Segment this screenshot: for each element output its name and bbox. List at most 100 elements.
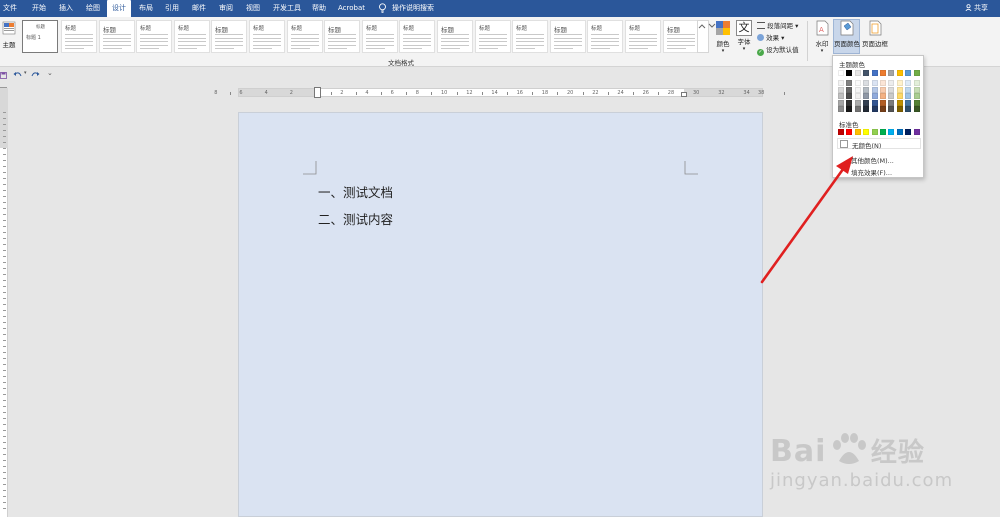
theme-color-swatch[interactable] (905, 80, 912, 86)
theme-color-swatch[interactable] (846, 86, 853, 93)
theme-color-swatch[interactable] (888, 106, 895, 113)
theme-color-swatch[interactable] (863, 106, 870, 113)
paragraph-spacing-button[interactable]: 段落间距 ▾ (757, 20, 798, 30)
tab-help[interactable]: 帮助 (312, 0, 326, 17)
horizontal-ruler[interactable]: 8 6 4 2 2 4 6 8 10 12 14 16 18 20 22 24 26 28 30 32 34 38 (214, 87, 786, 98)
theme-color-swatch[interactable] (905, 99, 912, 106)
style-set-item[interactable]: 标题 (99, 20, 135, 53)
standard-color-swatch[interactable] (854, 129, 861, 135)
theme-color-swatch[interactable] (888, 86, 895, 93)
theme-color-swatch[interactable] (838, 93, 844, 100)
save-icon[interactable] (0, 72, 7, 79)
no-color-option[interactable]: 无颜色(N) (837, 138, 921, 150)
tab-draw[interactable]: 绘图 (86, 0, 100, 17)
theme-color-swatch[interactable] (863, 70, 870, 76)
tab-acrobat[interactable]: Acrobat (338, 0, 365, 17)
indent-marker-icon[interactable] (314, 87, 321, 98)
style-set-item[interactable]: 标题 (512, 20, 548, 53)
theme-color-swatch[interactable] (913, 86, 920, 93)
theme-color-swatch[interactable] (871, 86, 878, 93)
style-set-item[interactable]: 标题 (61, 20, 97, 53)
theme-color-swatch[interactable] (905, 86, 912, 93)
more-colors-option[interactable]: 其他颜色(M)... (851, 155, 894, 165)
style-set-item[interactable]: 标题 (663, 20, 699, 53)
vertical-ruler[interactable] (0, 88, 8, 517)
tab-review[interactable]: 审阅 (219, 0, 233, 17)
theme-color-swatch[interactable] (871, 106, 878, 113)
theme-color-swatch[interactable] (880, 86, 886, 93)
theme-color-swatch[interactable] (846, 99, 853, 106)
theme-color-swatch[interactable] (913, 106, 920, 113)
style-set-item[interactable]: 标题 (625, 20, 661, 53)
style-set-item[interactable]: 标题 (550, 20, 586, 53)
theme-color-swatch[interactable] (871, 93, 878, 100)
theme-color-swatch[interactable] (896, 99, 903, 106)
set-as-default-button[interactable]: ✓ 设为默认值 (757, 44, 799, 56)
theme-color-swatch[interactable] (871, 99, 878, 106)
tab-mailings[interactable]: 邮件 (192, 0, 206, 17)
theme-color-swatch[interactable] (838, 70, 844, 76)
style-set-item[interactable]: 标题 (174, 20, 210, 53)
theme-color-swatch[interactable] (888, 93, 895, 100)
theme-color-swatch[interactable] (838, 86, 844, 93)
theme-color-swatch[interactable] (880, 70, 886, 76)
theme-color-swatch[interactable] (863, 93, 870, 100)
theme-color-swatch[interactable] (846, 106, 853, 113)
theme-color-swatch[interactable] (863, 99, 870, 106)
theme-color-swatch[interactable] (846, 93, 853, 100)
redo-icon[interactable] (31, 71, 40, 79)
standard-color-swatch[interactable] (905, 129, 912, 135)
theme-color-swatch[interactable] (896, 93, 903, 100)
theme-color-swatch[interactable] (854, 93, 861, 100)
style-set-item[interactable]: 标题 (362, 20, 398, 53)
theme-color-swatch[interactable] (905, 106, 912, 113)
tab-file[interactable]: 文件 (3, 0, 17, 17)
theme-color-swatch[interactable] (880, 80, 886, 86)
theme-color-swatch[interactable] (846, 80, 853, 86)
theme-color-swatch[interactable] (913, 99, 920, 106)
style-set-item[interactable]: 标题 (399, 20, 435, 53)
tab-design[interactable]: 设计 (107, 0, 131, 17)
theme-color-swatch[interactable] (871, 70, 878, 76)
share-button[interactable]: 共享 (965, 0, 988, 17)
theme-color-swatch[interactable] (896, 86, 903, 93)
style-set-item[interactable]: 标题 (475, 20, 511, 53)
standard-color-swatch[interactable] (888, 129, 895, 135)
theme-color-swatch[interactable] (854, 70, 861, 76)
theme-color-swatch[interactable] (854, 106, 861, 113)
theme-color-swatch[interactable] (838, 99, 844, 106)
standard-color-swatch[interactable] (863, 129, 870, 135)
theme-color-swatch[interactable] (880, 106, 886, 113)
theme-color-swatch[interactable] (896, 70, 903, 76)
theme-color-swatch[interactable] (913, 93, 920, 100)
page-color-button[interactable]: 页面颜色 (833, 19, 860, 54)
style-set-item[interactable]: 标题 (136, 20, 172, 53)
tab-view[interactable]: 视图 (246, 0, 260, 17)
tab-references[interactable]: 引用 (165, 0, 179, 17)
theme-color-swatch[interactable] (905, 70, 912, 76)
style-set-item[interactable]: 标题 (437, 20, 473, 53)
standard-color-swatch[interactable] (846, 129, 853, 135)
theme-color-swatch[interactable] (896, 106, 903, 113)
tab-insert[interactable]: 插入 (59, 0, 73, 17)
customize-toolbar-icon[interactable]: ⌄ (47, 69, 53, 77)
standard-color-swatch[interactable] (871, 129, 878, 135)
document-page[interactable]: 一、测试文档 二、测试内容 (238, 112, 763, 517)
theme-color-swatch[interactable] (896, 80, 903, 86)
style-set-item[interactable]: 标题 (324, 20, 360, 53)
style-set-item[interactable]: 标题 (587, 20, 623, 53)
theme-color-swatch[interactable] (854, 80, 861, 86)
theme-color-swatch[interactable] (913, 80, 920, 86)
gallery-scroll[interactable] (697, 20, 726, 53)
undo-icon[interactable] (13, 71, 22, 79)
standard-color-swatch[interactable] (838, 129, 844, 135)
effects-button[interactable]: 效果 ▾ (757, 32, 784, 42)
theme-color-swatch[interactable] (905, 93, 912, 100)
theme-color-swatch[interactable] (863, 80, 870, 86)
watermark-button[interactable]: A 水印 ▾ (812, 20, 832, 54)
tab-layout[interactable]: 布局 (139, 0, 153, 17)
theme-color-swatch[interactable] (838, 80, 844, 86)
theme-color-swatch[interactable] (913, 70, 920, 76)
theme-color-swatch[interactable] (888, 99, 895, 106)
colors-button[interactable]: 颜色 ▾ (713, 20, 733, 60)
